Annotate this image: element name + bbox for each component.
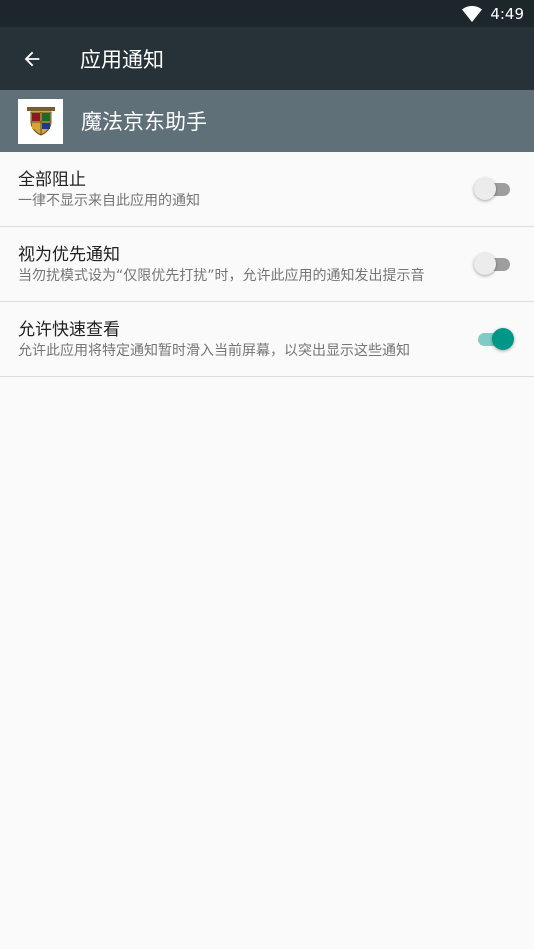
arrow-back-icon bbox=[24, 51, 40, 66]
setting-title: 允许快速查看 bbox=[18, 320, 120, 340]
setting-text: 允许快速查看 允许此应用将特定通知暂时滑入当前屏幕，以突出显示这些通知 bbox=[18, 318, 474, 360]
setting-priority[interactable]: 视为优先通知 当勿扰模式设为“仅限优先打扰”时，允许此应用的通知发出提示音 bbox=[0, 227, 534, 302]
block-all-toggle[interactable] bbox=[474, 177, 514, 201]
setting-text: 视为优先通知 当勿扰模式设为“仅限优先打扰”时，允许此应用的通知发出提示音 bbox=[18, 243, 474, 285]
setting-summary: 一律不显示来自此应用的通知 bbox=[18, 193, 200, 209]
setting-summary: 当勿扰模式设为“仅限优先打扰”时，允许此应用的通知发出提示音 bbox=[18, 268, 425, 284]
wifi-icon bbox=[462, 5, 483, 22]
setting-title: 视为优先通知 bbox=[18, 245, 120, 265]
status-time: 4:49 bbox=[490, 4, 524, 23]
back-button[interactable] bbox=[19, 46, 45, 72]
setting-block-all[interactable]: 全部阻止 一律不显示来自此应用的通知 bbox=[0, 152, 534, 227]
app-icon bbox=[18, 98, 63, 144]
settings-list: 全部阻止 一律不显示来自此应用的通知 视为优先通知 当勿扰模式设为“仅限优先打扰… bbox=[0, 152, 534, 377]
setting-text: 全部阻止 一律不显示来自此应用的通知 bbox=[18, 168, 474, 210]
toggle-thumb bbox=[474, 253, 496, 275]
page-title: 应用通知 bbox=[80, 47, 164, 72]
priority-toggle[interactable] bbox=[474, 252, 514, 276]
setting-peek[interactable]: 允许快速查看 允许此应用将特定通知暂时滑入当前屏幕，以突出显示这些通知 bbox=[0, 302, 534, 377]
toggle-thumb bbox=[474, 178, 496, 200]
app-bar: 应用通知 bbox=[0, 27, 534, 90]
setting-title: 全部阻止 bbox=[18, 170, 86, 190]
app-name: 魔法京东助手 bbox=[81, 110, 207, 134]
peek-toggle[interactable] bbox=[474, 327, 514, 351]
setting-summary: 允许此应用将特定通知暂时滑入当前屏幕，以突出显示这些通知 bbox=[18, 343, 410, 359]
status-bar: 4:49 bbox=[0, 0, 534, 27]
toggle-thumb bbox=[492, 328, 514, 350]
app-header: 魔法京东助手 bbox=[0, 90, 534, 152]
hogwarts-crest-icon bbox=[26, 107, 55, 136]
